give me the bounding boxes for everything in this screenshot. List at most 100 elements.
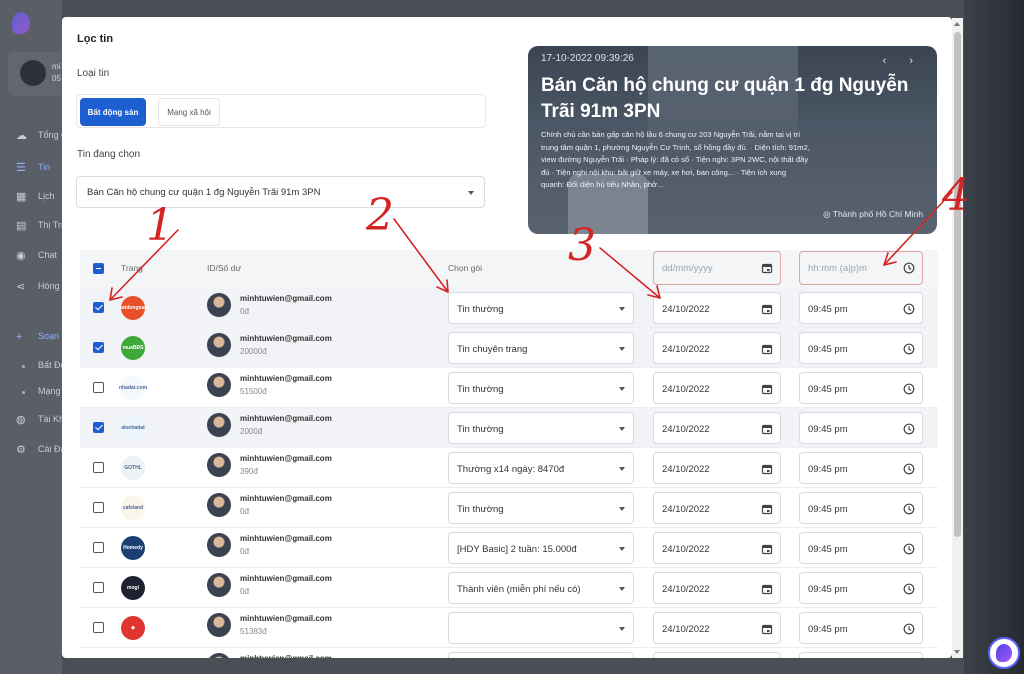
post-time-input[interactable]: 09:45 pm xyxy=(799,452,923,484)
clock-icon[interactable] xyxy=(903,383,915,395)
row-checkbox[interactable] xyxy=(93,302,104,313)
background-menu-item[interactable]: ⚙ Cài Đặ xyxy=(0,438,66,464)
table-row[interactable]: cafeland minhtuwien@gmail.com 0đ Tin thường… xyxy=(80,488,938,528)
table-row[interactable]: batdongsan minhtuwien@gmail.com 0đ Tin thườ… xyxy=(80,288,938,328)
app-logo xyxy=(12,12,30,34)
date-filter-input[interactable]: dd/mm/yyyy xyxy=(653,251,781,285)
clock-icon[interactable] xyxy=(903,583,915,595)
calendar-icon[interactable] xyxy=(761,543,773,555)
package-select[interactable] xyxy=(448,652,634,658)
post-date-input[interactable]: 24/10/2022 xyxy=(653,412,781,444)
post-time-input[interactable]: 09:45 pm xyxy=(799,532,923,564)
post-date-input[interactable]: 24/10/2022 xyxy=(653,492,781,524)
table-row[interactable]: minhtuwien@gmail.com xyxy=(80,648,938,658)
table-row[interactable]: nhadat.com minhtuwien@gmail.com 51500đ Tin … xyxy=(80,368,938,408)
clock-icon[interactable] xyxy=(903,543,915,555)
background-menu-item[interactable]: ◍ Tài Kh xyxy=(0,408,64,434)
table-row[interactable]: Homedy minhtuwien@gmail.com 0đ [HDY Basic] … xyxy=(80,528,938,568)
clock-icon[interactable] xyxy=(903,303,915,315)
row-checkbox[interactable] xyxy=(93,542,104,553)
clock-icon[interactable] xyxy=(903,423,915,435)
background-menu-item[interactable]: ◉ Chat xyxy=(0,244,62,270)
background-menu-item[interactable]: + Soạn T xyxy=(0,325,67,351)
calendar-icon[interactable] xyxy=(761,583,773,595)
post-time-input[interactable]: 09:45 pm xyxy=(799,332,923,364)
row-checkbox[interactable] xyxy=(93,462,104,473)
calendar-icon[interactable] xyxy=(761,463,773,475)
background-menu-item[interactable]: ⋖ Hóng xyxy=(0,275,62,301)
account-email: minhtuwien@gmail.com xyxy=(240,654,332,658)
row-checkbox[interactable] xyxy=(93,382,104,393)
post-date-input[interactable]: 24/10/2022 xyxy=(653,612,781,644)
post-date-input[interactable]: 24/10/2022 xyxy=(653,572,781,604)
row-checkbox[interactable] xyxy=(93,622,104,633)
package-select[interactable]: Tin thường xyxy=(448,372,634,404)
package-select[interactable]: Tin thường xyxy=(448,292,634,324)
post-time-input[interactable]: 09:45 pm xyxy=(799,372,923,404)
news-type-social-button[interactable]: Mạng xã hội xyxy=(158,98,220,126)
clock-icon[interactable] xyxy=(903,262,915,274)
calendar-icon[interactable] xyxy=(761,623,773,635)
post-date-input[interactable]: 24/10/2022 xyxy=(653,532,781,564)
package-select[interactable]: Tin thường xyxy=(448,492,634,524)
site-logo: muaBĐS xyxy=(121,336,145,360)
post-time-input[interactable]: 09:45 pm xyxy=(799,492,923,524)
plus-icon: + xyxy=(16,331,23,343)
post-time-input[interactable]: 09:45 pm xyxy=(799,292,923,324)
clock-icon[interactable] xyxy=(903,503,915,515)
package-select[interactable]: Tin chuyên trang xyxy=(448,332,634,364)
calendar-icon[interactable] xyxy=(761,303,773,315)
table-row[interactable]: muaBĐS minhtuwien@gmail.com 20000đ Tin chuy… xyxy=(80,328,938,368)
package-select[interactable]: Tin thường xyxy=(448,412,634,444)
post-date-input[interactable]: 24/10/2022 xyxy=(653,292,781,324)
time-filter-input[interactable]: hh:mm (a|p)m xyxy=(799,251,923,285)
background-menu-item[interactable]: ☁ Tổng Q xyxy=(0,124,68,150)
chat-widget-button[interactable] xyxy=(988,637,1020,669)
table-row[interactable]: alonhadat minhtuwien@gmail.com 2000đ Tin th… xyxy=(80,408,938,448)
post-time-input[interactable]: 09:45 pm xyxy=(799,612,923,644)
calendar-icon[interactable] xyxy=(761,423,773,435)
preview-nav-arrows[interactable]: ‹ › xyxy=(883,55,923,67)
package-select[interactable]: Thường x14 ngày: 8470đ xyxy=(448,452,634,484)
clock-icon[interactable] xyxy=(903,463,915,475)
background-menu-item[interactable]: ▤ Thị Trư xyxy=(0,214,67,240)
table-row[interactable]: mogi minhtuwien@gmail.com 0đ Thành viên (mi… xyxy=(80,568,938,608)
row-checkbox[interactable] xyxy=(93,342,104,353)
calendar-icon[interactable] xyxy=(761,383,773,395)
clock-icon[interactable] xyxy=(903,623,915,635)
post-date-input[interactable]: 24/10/2022 xyxy=(653,372,781,404)
row-checkbox[interactable] xyxy=(93,502,104,513)
scroll-down-arrow-icon[interactable] xyxy=(954,650,960,654)
calendar-icon[interactable] xyxy=(761,503,773,515)
scroll-up-arrow-icon[interactable] xyxy=(954,22,960,26)
post-time-input[interactable]: 09:45 pm xyxy=(799,572,923,604)
row-checkbox[interactable] xyxy=(93,422,104,433)
table-row[interactable]: ◆ minhtuwien@gmail.com 51383đ 24/10/2022 09:… xyxy=(80,608,938,648)
news-preview-card[interactable]: 17-10-2022 09:39:26 ‹ › Bán Căn hộ chung… xyxy=(528,46,937,234)
package-select[interactable]: Thành viên (miễn phí nếu có) xyxy=(448,572,634,604)
post-time-input[interactable] xyxy=(799,652,923,658)
selected-news-select[interactable]: Bán Căn hộ chung cư quận 1 đg Nguyễn Trã… xyxy=(76,176,485,208)
news-type-real-estate-button[interactable]: Bất động sản xyxy=(80,98,146,126)
post-date-input[interactable]: 24/10/2022 xyxy=(653,452,781,484)
background-menu-item[interactable]: ▦ Lịch xyxy=(0,185,62,211)
post-time-input[interactable]: 09:45 pm xyxy=(799,412,923,444)
scrollbar-thumb[interactable] xyxy=(954,32,961,537)
modal-scrollbar[interactable] xyxy=(952,18,963,658)
clock-icon[interactable] xyxy=(903,343,915,355)
calendar-icon[interactable] xyxy=(761,343,773,355)
background-menu-item[interactable]: ☰ Tin xyxy=(0,156,62,182)
preview-description: Chính chủ cần bán gấp căn hộ lầu 6 chung… xyxy=(541,130,810,190)
calendar-icon[interactable] xyxy=(761,262,773,274)
select-all-checkbox[interactable] xyxy=(93,263,104,274)
table-row[interactable]: GOTHL minhtuwien@gmail.com 390đ Thường x14 … xyxy=(80,448,938,488)
package-select[interactable]: [HDY Basic] 2 tuần: 15.000đ xyxy=(448,532,634,564)
package-select[interactable] xyxy=(448,612,634,644)
background-menu-item[interactable]: Mạng xyxy=(0,380,62,406)
chevron-down-icon xyxy=(619,387,625,391)
post-date-input[interactable] xyxy=(653,652,781,658)
row-checkbox[interactable] xyxy=(93,582,104,593)
background-menu-item[interactable]: Bất Độ xyxy=(0,354,66,380)
chevron-down-icon xyxy=(619,307,625,311)
post-date-input[interactable]: 24/10/2022 xyxy=(653,332,781,364)
